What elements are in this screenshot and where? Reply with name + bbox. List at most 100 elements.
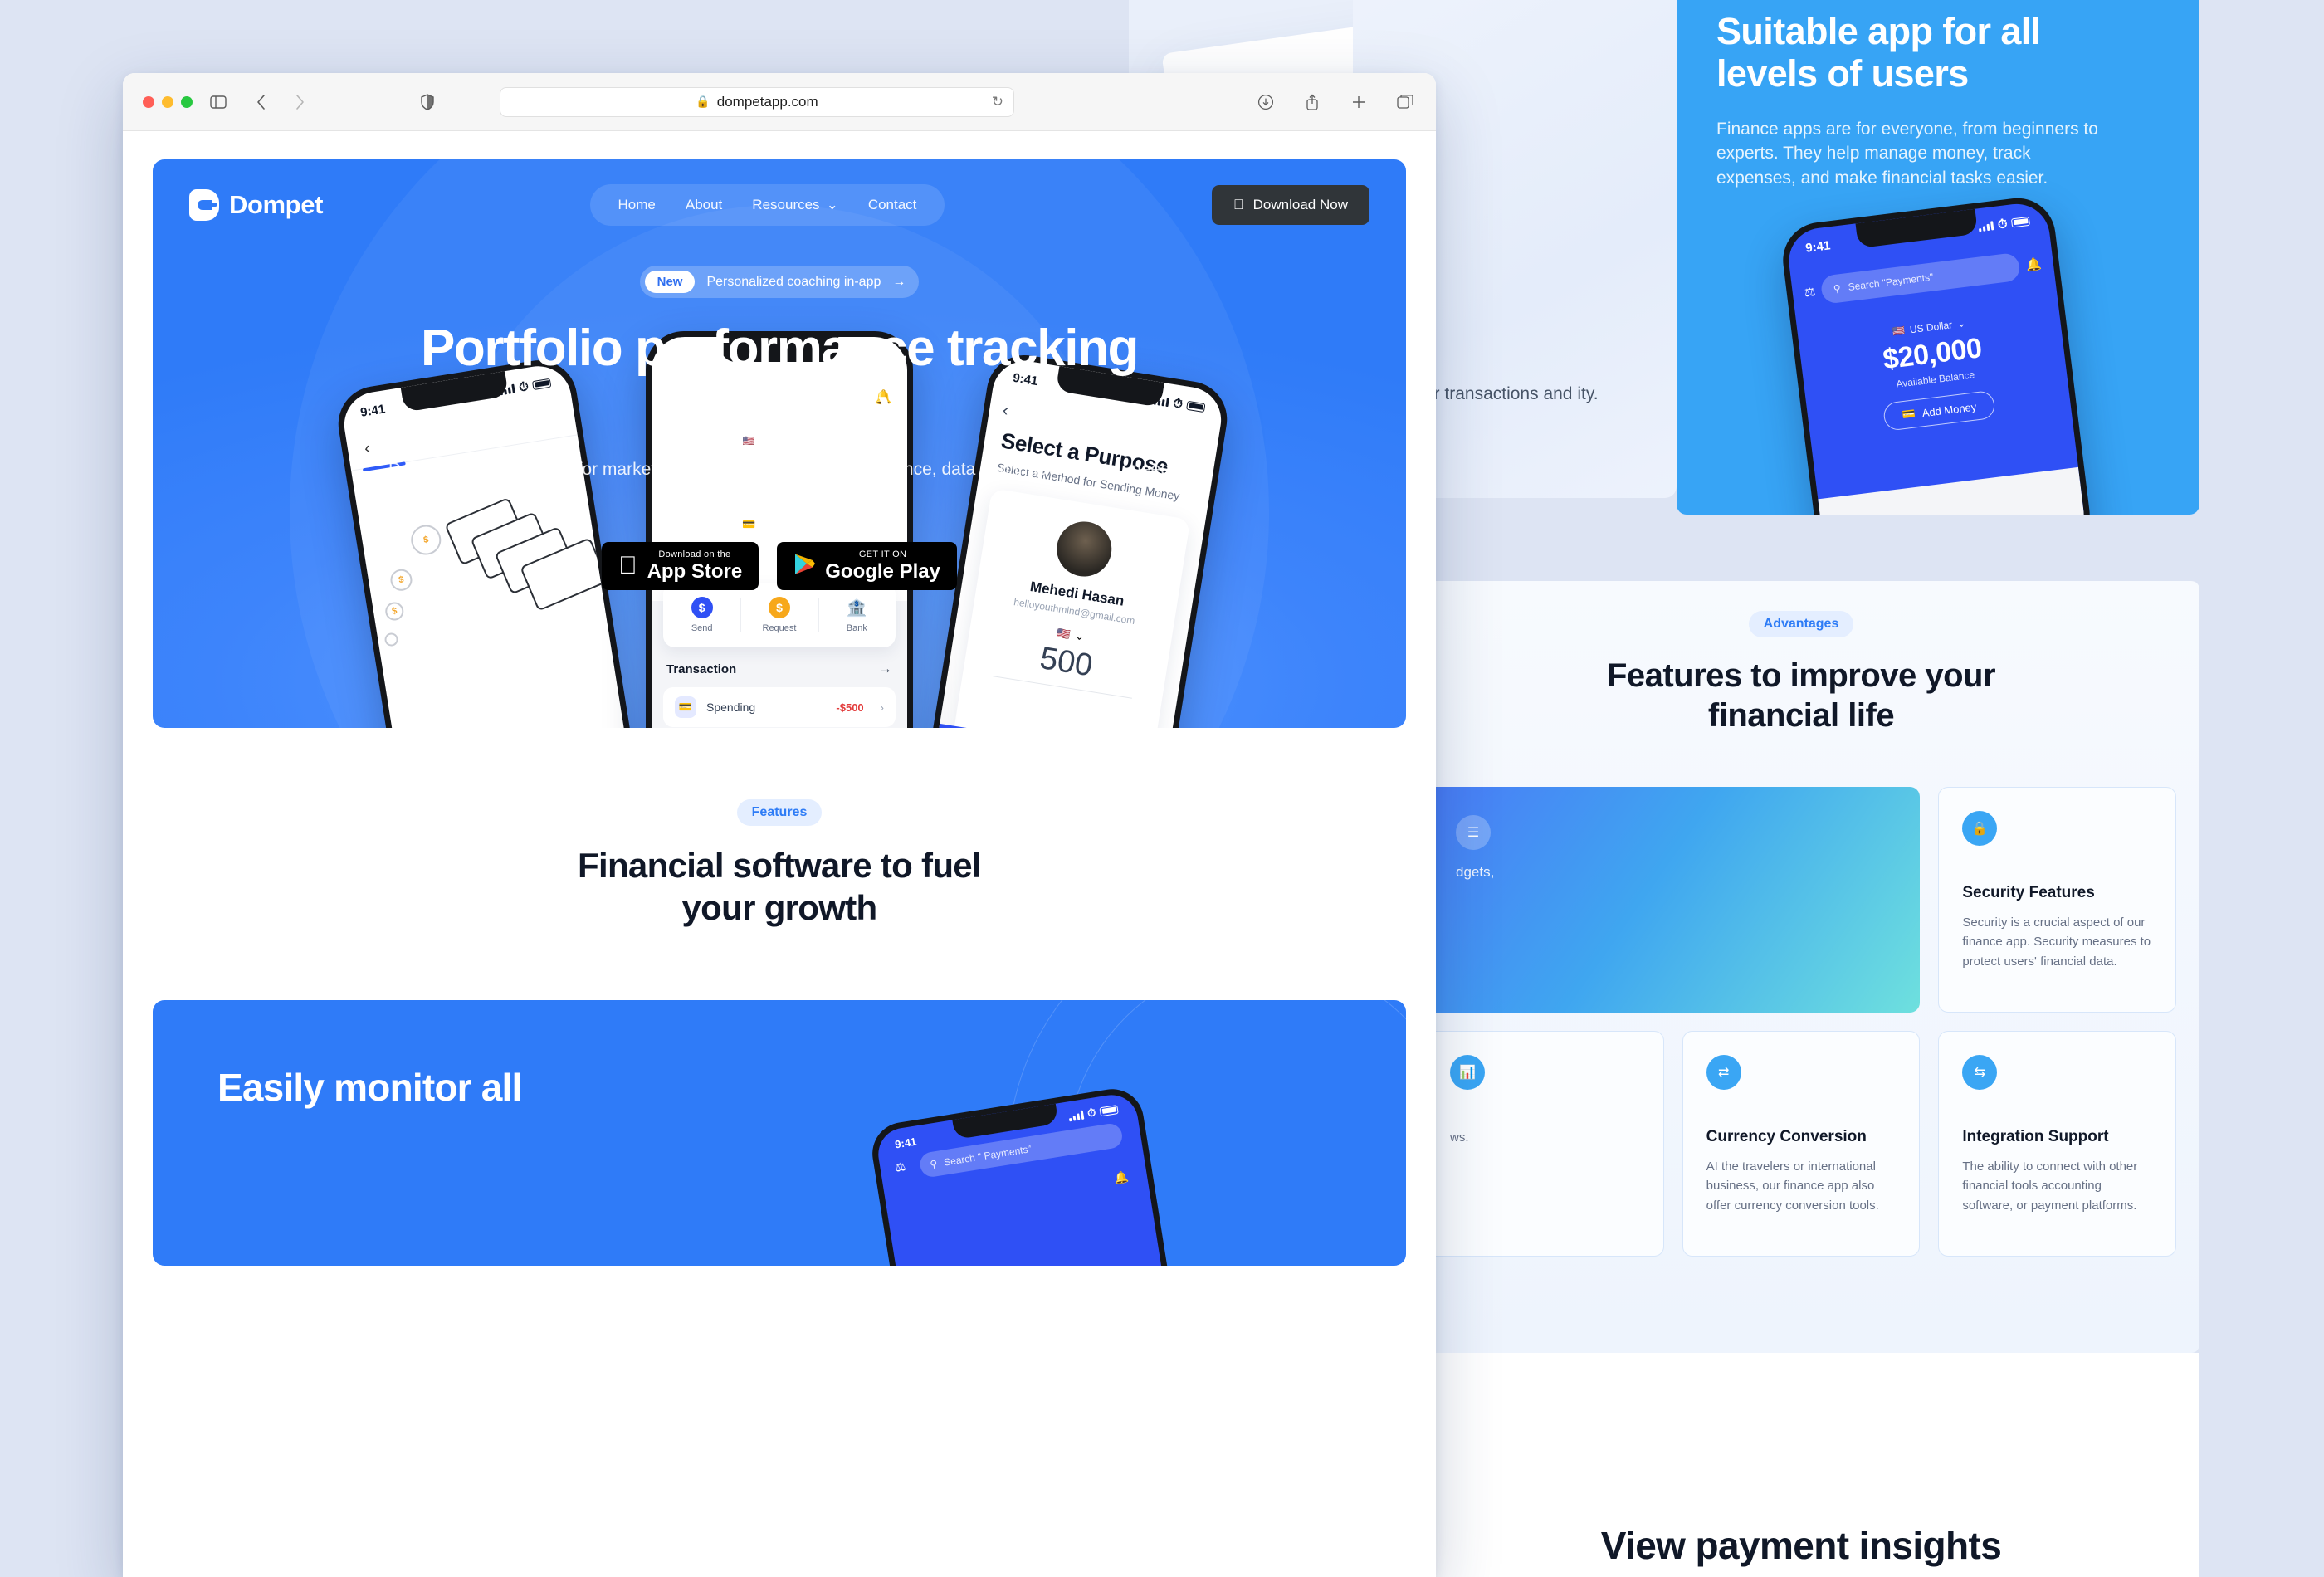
lock-icon: 🔒 bbox=[696, 95, 710, 108]
flag-icon: 🇺🇸 bbox=[1056, 626, 1072, 642]
chevron-down-icon: ⌄ bbox=[1956, 317, 1966, 330]
google-play-button[interactable]: GET IT ON Google Play bbox=[777, 542, 957, 591]
apple-icon:  bbox=[618, 554, 637, 579]
card-body: AI the travelers or international busine… bbox=[1706, 1160, 1879, 1213]
hero-section: Dompet Home About Resources ⌄ Contact  bbox=[153, 159, 1406, 728]
budget-icon: ☰ bbox=[1456, 815, 1491, 850]
signal-icon bbox=[1068, 1110, 1085, 1122]
coin-icon bbox=[383, 632, 399, 647]
add-money-label: Add Money bbox=[1921, 399, 1977, 419]
advantages-title: Features to improve your financial life bbox=[1403, 656, 2200, 735]
card-body: The ability to connect with other financ… bbox=[1962, 1160, 2138, 1213]
tab-overview-icon[interactable] bbox=[1394, 91, 1416, 113]
currency-label: US Dollar bbox=[1909, 319, 1953, 336]
action-send[interactable]: $ Send bbox=[663, 583, 740, 647]
title-line-1: Features to improve your bbox=[1606, 657, 1996, 694]
announcement-badge[interactable]: New Personalized coaching in-app → bbox=[639, 266, 920, 298]
arrow-right-icon[interactable]: → bbox=[878, 661, 892, 677]
nav-label: Resources bbox=[752, 197, 820, 212]
sidebar-icon[interactable] bbox=[208, 91, 229, 113]
chevron-down-icon: ⌄ bbox=[1074, 629, 1086, 643]
bell-icon: 🔔 bbox=[2025, 256, 2043, 273]
maximize-window-button[interactable] bbox=[181, 95, 193, 108]
browser-toolbar: 🔒 dompetapp.com ↻ bbox=[123, 73, 1436, 131]
shield-icon[interactable] bbox=[417, 91, 438, 113]
advantages-pill: Advantages bbox=[1748, 611, 1854, 637]
search-icon: ⚲ bbox=[1833, 282, 1842, 295]
action-request[interactable]: $ Request bbox=[740, 583, 818, 647]
integration-icon: ⇆ bbox=[1962, 1055, 1998, 1090]
transactions-header: Transaction → bbox=[666, 661, 892, 677]
advantage-card-integration[interactable]: ⇆ Integration Support The ability to con… bbox=[1938, 1031, 2176, 1257]
brand-name: Dompet bbox=[229, 190, 323, 219]
title-line-2: financial life bbox=[1707, 697, 1895, 734]
store-buttons:  Download on the App Store bbox=[153, 542, 1406, 591]
advantage-card-budget[interactable]: ☰ dgets, bbox=[1426, 787, 1921, 1013]
transaction-name: Spending bbox=[706, 701, 756, 714]
features-section: Features Financial software to fuel your… bbox=[153, 728, 1406, 929]
share-icon[interactable] bbox=[1301, 91, 1323, 113]
advantage-card-insights[interactable]: 📊 ws. bbox=[1426, 1031, 1664, 1257]
suitable-app-title: Suitable app for all levels of users bbox=[1716, 10, 2073, 95]
nav-item-resources[interactable]: Resources ⌄ bbox=[752, 197, 838, 213]
browser-window: 🔒 dompetapp.com ↻ Dompet Home About Reso… bbox=[123, 73, 1436, 1577]
screenshot-root: -$500 Income $3000 $800 Bill... bbox=[0, 0, 2324, 1577]
transaction-row[interactable]: 💳 Spending -$500 › bbox=[663, 687, 896, 727]
hero-subtitle: Designed by marketers, for marketers. Un… bbox=[388, 460, 1171, 506]
back-icon[interactable] bbox=[251, 91, 272, 113]
transaction-amount: -$500 bbox=[836, 701, 864, 714]
advantage-card-currency[interactable]: ⇄ Currency Conversion AI the travelers o… bbox=[1682, 1031, 1921, 1257]
minimize-window-button[interactable] bbox=[162, 95, 173, 108]
hero-title: Portfolio performance tracking made easy bbox=[153, 320, 1406, 437]
google-play-big: Google Play bbox=[815, 559, 940, 583]
card-icon: 💳 bbox=[675, 696, 696, 718]
chart-icon: 📊 bbox=[1450, 1055, 1485, 1090]
wifi-icon: ⏱ bbox=[1086, 1106, 1097, 1120]
phone-sheet: $ Send $ Request 🏦 Bank Transaction → 💳 … bbox=[652, 583, 907, 728]
nav-item-about[interactable]: About bbox=[686, 197, 722, 213]
send-money-icon: $ bbox=[691, 597, 713, 618]
site-navbar: Dompet Home About Resources ⌄ Contact  bbox=[153, 159, 1406, 226]
window-controls[interactable] bbox=[143, 95, 193, 108]
advantages-header: Advantages Features to improve your fina… bbox=[1403, 581, 2200, 735]
close-window-button[interactable] bbox=[143, 95, 154, 108]
app-store-button[interactable]:  Download on the App Store bbox=[602, 542, 759, 591]
payment-insights-title: View payment insights bbox=[1600, 1524, 2002, 1567]
google-play-icon bbox=[793, 553, 816, 580]
hero-content: New Personalized coaching in-app → Portf… bbox=[153, 266, 1406, 591]
nav-item-contact[interactable]: Contact bbox=[868, 197, 917, 213]
title-line-1: Portfolio performance tracking bbox=[420, 320, 1139, 377]
plus-icon[interactable] bbox=[1348, 91, 1370, 113]
download-icon[interactable] bbox=[1255, 91, 1277, 113]
transactions-title: Transaction bbox=[666, 662, 737, 676]
add-money-button[interactable]: 💳 Add Money bbox=[1882, 389, 1996, 432]
action-label: Request bbox=[762, 623, 797, 633]
battery-icon bbox=[1099, 1105, 1119, 1117]
features-pill: Features bbox=[736, 799, 823, 826]
monitor-phone-mockup: 9:41 ⏱ ⚲ Search " Payments" ⚖ 🔔 bbox=[867, 1085, 1173, 1267]
phone-screen: 9:41 ⏱ ⚲ Search " Payments" ⚖ 🔔 bbox=[874, 1091, 1166, 1267]
reload-icon[interactable]: ↻ bbox=[992, 94, 1003, 110]
apple-icon:  bbox=[1233, 197, 1244, 213]
address-bar[interactable]: 🔒 dompetapp.com ↻ bbox=[500, 86, 1014, 117]
url-text: dompetapp.com bbox=[716, 93, 818, 110]
brand-logo[interactable]: Dompet bbox=[189, 189, 323, 221]
monitor-section: Easily monitor all 9:41 ⏱ ⚲ Search " Pay… bbox=[153, 1000, 1406, 1267]
advantages-grid: ☰ dgets, 🔒 Security Features Security is… bbox=[1403, 787, 2200, 1257]
google-play-small: GET IT ON bbox=[849, 549, 906, 560]
quick-actions: $ Send $ Request 🏦 Bank bbox=[663, 583, 896, 647]
app-store-small: Download on the bbox=[649, 549, 730, 560]
lock-shield-icon: 🔒 bbox=[1962, 811, 1998, 846]
status-icons: ⏱ bbox=[1978, 213, 2030, 233]
advantage-card-security[interactable]: 🔒 Security Features Security is a crucia… bbox=[1938, 787, 2176, 1013]
bank-icon: 🏦 bbox=[846, 598, 867, 618]
badge-text: Personalized coaching in-app bbox=[706, 274, 881, 289]
title-line-2: your growth bbox=[681, 888, 878, 928]
currency-exchange-icon: ⇄ bbox=[1706, 1055, 1741, 1090]
dompet-logo-icon bbox=[189, 189, 219, 221]
action-bank[interactable]: 🏦 Bank bbox=[818, 583, 896, 647]
search-icon: ⚲ bbox=[929, 1158, 939, 1171]
forward-icon[interactable] bbox=[289, 91, 310, 113]
nav-item-home[interactable]: Home bbox=[618, 197, 656, 213]
download-now-button[interactable]:  Download Now bbox=[1211, 185, 1370, 225]
